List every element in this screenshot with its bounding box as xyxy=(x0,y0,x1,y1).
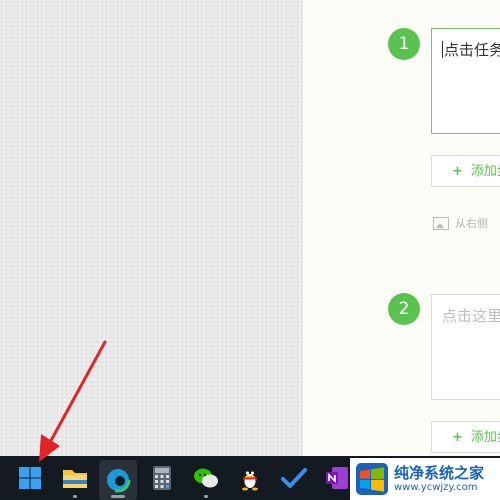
running-indicator xyxy=(204,495,208,498)
plus-icon: + xyxy=(452,164,463,179)
step-number-2: 2 xyxy=(388,293,420,325)
add-step-button-1[interactable]: + 添加步 xyxy=(431,155,500,187)
image-hint[interactable]: 从右侧 xyxy=(433,215,488,231)
watermark-url: www.ycwjzy.com xyxy=(394,481,478,493)
checkmark-icon xyxy=(281,468,307,488)
image-hint-text: 从右侧 xyxy=(455,217,488,230)
qq-penguin-icon xyxy=(242,469,258,491)
step-2-placeholder: 点击这里 xyxy=(442,307,500,325)
plus-icon: + xyxy=(452,430,463,445)
running-indicator xyxy=(111,495,125,498)
edge-icon xyxy=(105,467,131,493)
start-button[interactable] xyxy=(11,456,49,500)
windows-start-icon xyxy=(19,467,41,489)
onenote-icon xyxy=(326,467,348,489)
calculator-icon xyxy=(153,466,171,490)
watermark-logo xyxy=(356,463,388,495)
step-number-1: 1 xyxy=(388,28,420,60)
desktop-wallpaper xyxy=(0,0,303,456)
watermark-title: 纯净系统之家 xyxy=(394,463,485,482)
taskbar-wechat[interactable] xyxy=(187,456,225,500)
running-indicator xyxy=(73,495,77,498)
step-1-text: 点击任务 xyxy=(444,41,500,59)
add-step-button-2[interactable]: + 添加步 xyxy=(431,421,500,453)
image-icon xyxy=(433,216,449,230)
wechat-icon xyxy=(194,468,218,488)
taskbar-file-explorer[interactable] xyxy=(56,456,94,500)
windows-logo-icon xyxy=(356,463,388,495)
step-2-text-input[interactable]: 点击这里 xyxy=(431,294,500,400)
taskbar-qq[interactable] xyxy=(231,456,269,500)
text-caret xyxy=(442,41,443,58)
folder-icon xyxy=(63,470,87,488)
add-step-label: 添加步 xyxy=(470,164,500,179)
add-step-label: 添加步 xyxy=(470,430,500,445)
step-1-text-input[interactable]: 点击任务 xyxy=(431,28,500,134)
taskbar-edge[interactable] xyxy=(99,460,137,500)
site-watermark: 纯净系统之家 www.ycwjzy.com xyxy=(350,458,500,500)
taskbar-todo[interactable] xyxy=(275,456,313,500)
taskbar-calculator[interactable] xyxy=(143,456,181,500)
